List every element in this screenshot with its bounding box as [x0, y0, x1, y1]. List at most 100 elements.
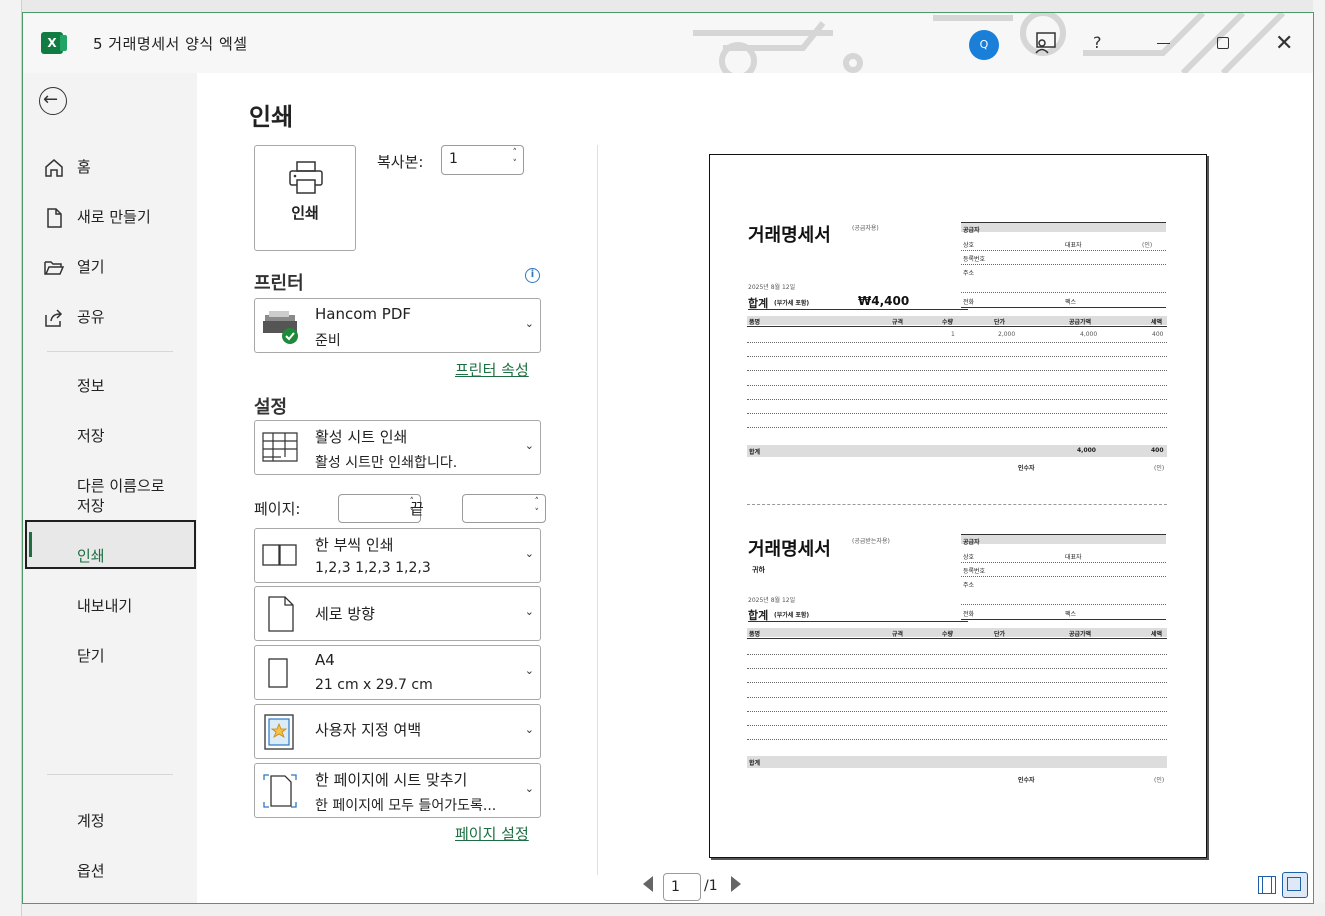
doc-table-header — [747, 628, 1167, 637]
doc-dotted-line — [747, 385, 1167, 386]
title-bar: X 5 거래명세서 양식 엑셀 Q ? ✕ — [23, 13, 1313, 73]
print-what-dropdown[interactable]: 활성 시트 인쇄 활성 시트만 인쇄합니다. ⌄ — [254, 420, 541, 475]
doc-cell: 400 — [1152, 331, 1164, 338]
margins-dropdown[interactable]: 사용자 지정 여백 ⌄ — [254, 704, 541, 759]
folder-open-icon — [44, 261, 65, 275]
doc-title: 거래명세서 — [748, 225, 831, 246]
nav-label: 닫기 — [77, 647, 105, 665]
doc-dotted-line — [747, 399, 1167, 400]
doc-sum-row — [747, 756, 1167, 768]
doc-cell: 1 — [951, 331, 955, 338]
chevron-down-icon: ⌄ — [524, 439, 534, 452]
doc-reg-label: 등록번호 — [963, 568, 986, 575]
doc-phone-label: 전화 — [963, 611, 975, 618]
nav-label: 인쇄 — [77, 547, 105, 565]
doc-supplier-header — [961, 223, 1166, 232]
nav-separator — [47, 351, 173, 352]
close-window-button[interactable]: ✕ — [1275, 31, 1293, 56]
printer-icon — [289, 161, 323, 194]
paper-size-dropdown[interactable]: A4 21 cm x 29.7 cm ⌄ — [254, 645, 541, 700]
doc-dotted-line — [747, 370, 1167, 371]
doc-dotted-line — [961, 292, 1166, 293]
background-sheet-bottom — [22, 903, 1325, 916]
collate-dropdown[interactable]: 한 부씩 인쇄 1,2,3 1,2,3 1,2,3 ⌄ — [254, 528, 541, 583]
pages-to-stepper[interactable]: ˄ ˅ — [462, 494, 546, 523]
doc-line — [961, 307, 1166, 308]
minimize-button[interactable] — [1157, 43, 1170, 44]
doc-cut-line — [747, 504, 1167, 505]
doc-supplier-label: 공급자 — [963, 227, 980, 234]
doc-sum-tax: 400 — [1151, 447, 1164, 454]
sheet-grid-icon — [262, 432, 298, 462]
doc-reg-label: 등록번호 — [963, 256, 986, 263]
copies-stepper[interactable]: 1 ˄ ˅ — [441, 145, 524, 175]
print-button[interactable]: 인쇄 — [254, 145, 356, 251]
user-avatar[interactable]: Q — [969, 30, 999, 60]
show-margins-icon[interactable] — [1258, 876, 1276, 894]
pages-label: 페이지: — [254, 500, 301, 518]
doc-dotted-line — [961, 576, 1166, 577]
page-total: /1 — [704, 878, 718, 894]
page-setup-link[interactable]: 페이지 설정 — [455, 823, 529, 844]
doc-cell: 4,000 — [1080, 331, 1098, 338]
nav-label: 다른 이름으로 — [77, 477, 165, 495]
maximize-button[interactable] — [1217, 37, 1229, 49]
collate-label: 한 부씩 인쇄 — [315, 536, 394, 554]
printer-section-header: 프린터 — [254, 273, 304, 294]
doc-dotted-line — [747, 682, 1167, 683]
doc-vat-note: (부가세 포함) — [774, 612, 810, 619]
orientation-dropdown[interactable]: 세로 방향 ⌄ — [254, 586, 541, 641]
doc-col: 품명 — [749, 319, 761, 326]
nav-label: 홈 — [77, 158, 91, 176]
coauthoring-icon[interactable] — [1031, 29, 1059, 57]
doc-copy-tag: (공급자용) — [852, 225, 879, 232]
back-arrow-icon[interactable]: ← — [39, 87, 67, 115]
doc-total-amount: ₩4,400 — [858, 294, 910, 308]
pages-from-stepper[interactable]: ˄ ˅ — [338, 494, 421, 523]
nav-label: 내보내기 — [77, 597, 133, 615]
doc-col: 단가 — [994, 631, 1006, 638]
doc-sum-label: 합계 — [749, 449, 761, 456]
share-icon — [45, 309, 63, 327]
zoom-to-page-icon[interactable] — [1282, 872, 1308, 898]
preview-page: 거래명세서 (공급자용) 2025년 8월 12일 합계 (부가세 포함) ₩4… — [709, 154, 1207, 858]
doc-table-header — [747, 316, 1167, 325]
doc-col: 공급가액 — [1069, 631, 1092, 638]
doc-company-label: 상호 — [963, 242, 975, 249]
chevron-down-icon: ⌄ — [524, 605, 534, 618]
doc-dotted-line — [961, 250, 1166, 251]
scaling-label: 한 페이지에 시트 맞추기 — [315, 771, 468, 789]
doc-col: 규격 — [892, 319, 904, 326]
doc-dotted-line — [747, 711, 1167, 712]
doc-date: 2025년 8월 12일 — [748, 597, 796, 604]
doc-dotted-line — [747, 654, 1167, 655]
print-what-label: 활성 시트 인쇄 — [315, 428, 408, 446]
doc-vat-note: (부가세 포함) — [774, 300, 810, 307]
chevron-down-icon: ⌄ — [524, 782, 534, 795]
stepper-arrows-icon[interactable]: ˄ ˅ — [535, 497, 540, 519]
doc-ceo-label: 대표자 — [1065, 242, 1082, 249]
doc-address-label: 주소 — [963, 270, 975, 277]
window-title: 5 거래명세서 양식 엑셀 — [93, 35, 248, 53]
printer-dropdown[interactable]: Hancom PDF 준비 ⌄ — [254, 298, 541, 353]
doc-supplier-header — [961, 535, 1166, 544]
doc-sum-row — [747, 445, 1167, 457]
scaling-dropdown[interactable]: 한 페이지에 시트 맞추기 한 페이지에 모두 들어가도록... ⌄ — [254, 763, 541, 818]
fit-sheet-icon — [263, 774, 297, 808]
doc-line — [748, 309, 968, 310]
info-icon[interactable]: i — [525, 268, 540, 283]
stepper-arrows-icon[interactable]: ˄ ˅ — [513, 148, 518, 170]
previous-page-icon[interactable] — [643, 876, 653, 892]
doc-address-label: 주소 — [963, 582, 975, 589]
current-page-input[interactable]: 1 — [663, 873, 701, 901]
doc-dotted-line — [747, 697, 1167, 698]
doc-line — [748, 621, 968, 622]
printer-properties-link[interactable]: 프린터 속성 — [455, 359, 529, 380]
help-button[interactable]: ? — [1093, 33, 1102, 52]
next-page-icon[interactable] — [731, 876, 741, 892]
doc-ceo-label: 대표자 — [1065, 554, 1082, 561]
nav-item-print-active[interactable] — [25, 520, 196, 569]
doc-recipient: 귀하 — [752, 566, 765, 574]
home-icon — [45, 159, 63, 177]
copies-label: 복사본: — [377, 153, 424, 171]
